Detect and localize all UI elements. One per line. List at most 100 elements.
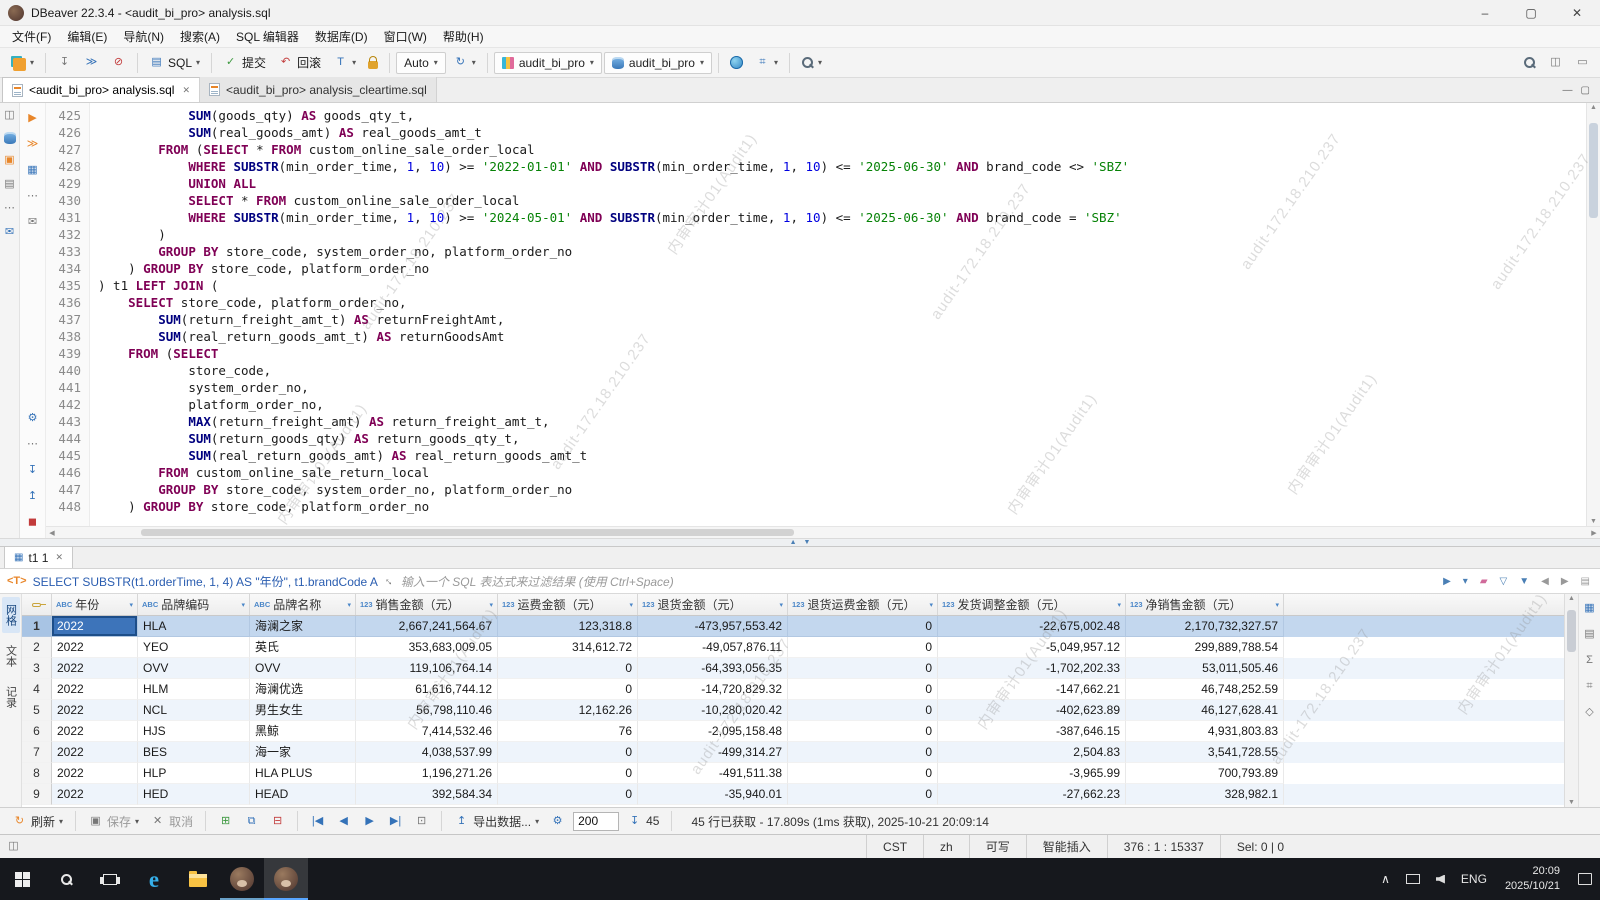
filter-input[interactable]: 输入一个 SQL 表达式来过滤结果 (使用 Ctrl+Space) <box>401 573 1434 590</box>
execute-statement-icon[interactable]: ▶ <box>25 111 40 126</box>
row-number[interactable]: 1 <box>22 616 52 637</box>
cancel-button[interactable]: ✕ 取消 <box>147 813 196 830</box>
cell[interactable]: 0 <box>788 784 938 805</box>
column-header-5[interactable]: 123 运费金额（元） ▾ <box>498 594 638 615</box>
cell[interactable]: OVV <box>250 658 356 679</box>
column-dropdown-icon[interactable]: ▾ <box>129 601 133 609</box>
status-segment[interactable]: zh <box>923 835 969 858</box>
duplicate-row-button[interactable]: ⧉ <box>241 814 262 829</box>
commit-button[interactable]: ✓ 提交 <box>218 51 271 75</box>
cell[interactable]: YEO <box>138 637 250 658</box>
menu-导航(N)[interactable]: 导航(N) <box>115 26 172 47</box>
export-icon[interactable]: ↧ <box>25 463 40 478</box>
cell[interactable]: 56,798,110.46 <box>356 700 498 721</box>
stop-icon[interactable]: ◼ <box>25 515 40 530</box>
more-icon[interactable]: ⋯ <box>2 201 17 216</box>
column-header-9[interactable]: 123 净销售金额（元） ▾ <box>1126 594 1284 615</box>
cell[interactable]: 299,889,788.54 <box>1126 637 1284 658</box>
grid-corner[interactable] <box>22 594 52 615</box>
cell[interactable]: 0 <box>788 763 938 784</box>
cell[interactable]: 119,106,764.14 <box>356 658 498 679</box>
code-line[interactable]: system_order_no, <box>98 379 1600 396</box>
results-side-tab-文本[interactable]: 文本 <box>2 638 20 674</box>
column-dropdown-icon[interactable]: ▾ <box>489 601 493 609</box>
cell[interactable]: 0 <box>498 679 638 700</box>
cell[interactable]: 男生女生 <box>250 700 356 721</box>
code-line[interactable]: ) GROUP BY store_code, platform_order_no <box>98 498 1600 515</box>
cell[interactable]: -147,662.21 <box>938 679 1126 700</box>
tab-analysis-cleartime-sql[interactable]: <audit_bi_pro> analysis_cleartime.sql <box>199 77 437 102</box>
code-line[interactable]: SELECT store_code, platform_order_no, <box>98 294 1600 311</box>
scroll-up-icon[interactable]: ▲ <box>1587 104 1600 111</box>
cell[interactable]: 328,982.1 <box>1126 784 1284 805</box>
code-line[interactable]: ) GROUP BY store_code, platform_order_no <box>98 260 1600 277</box>
next-page-button[interactable]: ▶ <box>359 814 380 829</box>
cell[interactable]: -27,662.23 <box>938 784 1126 805</box>
apply-filter-icon[interactable]: ▶ <box>1440 576 1454 587</box>
cell[interactable]: -10,280,020.42 <box>638 700 788 721</box>
cell[interactable]: 0 <box>788 616 938 637</box>
cell[interactable]: 700,793.89 <box>1126 763 1284 784</box>
tab-close-icon[interactable]: ✕ <box>180 85 190 96</box>
cell[interactable]: HLP <box>138 763 250 784</box>
cell[interactable]: HLA <box>138 616 250 637</box>
cell[interactable]: 46,127,628.41 <box>1126 700 1284 721</box>
open-perspective-button[interactable]: ◫ <box>1543 51 1568 75</box>
rollback-button[interactable]: ↶ 回滚 <box>273 51 326 75</box>
cell[interactable]: -49,057,876.11 <box>638 637 788 658</box>
scrollbar-thumb[interactable] <box>141 529 794 536</box>
column-dropdown-icon[interactable]: ▾ <box>1275 601 1279 609</box>
cell[interactable]: 2,667,241,564.67 <box>356 616 498 637</box>
fetch-page-button[interactable]: ⊡ <box>411 814 432 829</box>
cell[interactable]: HLM <box>138 679 250 700</box>
cell[interactable]: 1,196,271.26 <box>356 763 498 784</box>
cell[interactable]: -387,646.15 <box>938 721 1126 742</box>
maximize-button[interactable]: ▢ <box>1508 0 1554 25</box>
cell[interactable]: 61,616,744.12 <box>356 679 498 700</box>
taskbar-dbeaver-button[interactable] <box>220 858 264 900</box>
last-page-button[interactable]: ▶| <box>385 814 406 829</box>
cell[interactable]: 2022 <box>52 763 138 784</box>
task-view-button[interactable] <box>88 858 132 900</box>
row-number[interactable]: 8 <box>22 763 52 784</box>
lock-button[interactable] <box>363 51 383 75</box>
close-button[interactable]: ✕ <box>1554 0 1600 25</box>
cell[interactable]: 0 <box>788 637 938 658</box>
code-line[interactable]: store_code, <box>98 362 1600 379</box>
cell[interactable]: 4,038,537.99 <box>356 742 498 763</box>
fetch-resultset-button[interactable]: ↧ <box>52 51 77 75</box>
scrollbar-thumb[interactable] <box>1589 123 1598 218</box>
editor-vertical-scrollbar[interactable]: ▲ ▼ <box>1586 103 1600 526</box>
menu-文件(F)[interactable]: 文件(F) <box>4 26 59 47</box>
cell[interactable]: HEAD <box>250 784 356 805</box>
cell[interactable]: -473,957,553.42 <box>638 616 788 637</box>
gear-icon[interactable]: ⚙ <box>25 411 40 426</box>
cell[interactable]: BES <box>138 742 250 763</box>
previous-page-button[interactable]: ◀ <box>333 814 354 829</box>
column-header-7[interactable]: 123 退货运费金额（元） ▾ <box>788 594 938 615</box>
explain-plan-icon[interactable]: ▦ <box>25 163 40 178</box>
cell[interactable]: 2022 <box>52 658 138 679</box>
filter-dropdown-icon[interactable]: ▾ <box>1460 576 1471 587</box>
cell[interactable]: 2022 <box>52 637 138 658</box>
row-number[interactable]: 6 <box>22 721 52 742</box>
aggregate-icon[interactable]: Σ <box>1582 653 1597 668</box>
cell[interactable]: 0 <box>498 742 638 763</box>
menu-SQL 编辑器[interactable]: SQL 编辑器 <box>228 26 307 47</box>
cell[interactable]: 0 <box>498 784 638 805</box>
row-number[interactable]: 5 <box>22 700 52 721</box>
code-line[interactable]: SUM(goods_qty) AS goods_qty_t, <box>98 107 1600 124</box>
scroll-left-icon[interactable]: ◀ <box>46 527 58 538</box>
expand-filter-icon[interactable]: ↔ <box>381 573 397 589</box>
code-line[interactable]: WHERE SUBSTR(min_order_time, 1, 10) >= '… <box>98 209 1600 226</box>
cell[interactable]: OVV <box>138 658 250 679</box>
menu-搜索(A)[interactable]: 搜索(A) <box>172 26 228 47</box>
column-dropdown-icon[interactable]: ▾ <box>929 601 933 609</box>
export-data-button[interactable]: ↥ 导出数据... ▾ <box>451 813 542 830</box>
cell[interactable]: 海一家 <box>250 742 356 763</box>
status-segment[interactable]: 376 : 1 : 15337 <box>1106 835 1220 858</box>
cell[interactable]: 123,318.8 <box>498 616 638 637</box>
minimize-button[interactable]: – <box>1462 0 1508 25</box>
code-line[interactable]: SUM(real_goods_amt) AS real_goods_amt_t <box>98 124 1600 141</box>
stop-button[interactable]: ⊘ <box>106 51 131 75</box>
